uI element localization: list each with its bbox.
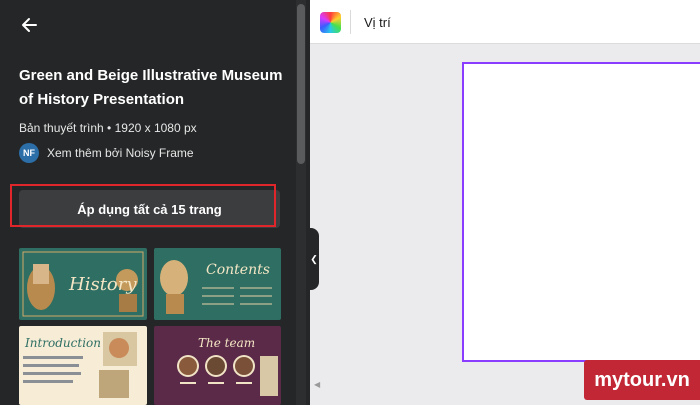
thumbnail-art — [160, 260, 272, 314]
highlight-box — [10, 184, 276, 227]
thumbnail-label: History — [69, 274, 137, 295]
canvas-horizontal-scrollbar[interactable]: ◀ — [310, 380, 610, 392]
author-text: Xem thêm bởi Noisy Frame — [47, 146, 194, 160]
author-link[interactable]: NF Xem thêm bởi Noisy Frame — [19, 143, 194, 163]
template-panel: Green and Beige Illustrative Museum of H… — [0, 0, 310, 405]
page-thumbnail-3[interactable]: Introduction — [19, 326, 147, 405]
position-button[interactable]: Vị trí — [364, 15, 391, 30]
back-button[interactable] — [18, 14, 40, 36]
collapse-panel-button[interactable]: ❮ — [309, 228, 319, 290]
back-arrow-icon — [22, 18, 37, 32]
thumbnail-label: Introduction — [25, 336, 101, 350]
page-thumbnail-4[interactable]: The team — [154, 326, 281, 405]
page-thumbnail-1[interactable]: History — [19, 248, 147, 320]
scroll-left-icon[interactable]: ◀ — [314, 380, 320, 389]
watermark-logo: mytour.vn — [584, 360, 700, 400]
chevron-left-icon: ❮ — [310, 253, 318, 264]
thumbnail-label: Contents — [206, 262, 270, 278]
editor-toolbar: Vị trí — [310, 0, 700, 44]
thumbnail-label: The team — [198, 336, 256, 350]
avatar: NF — [19, 143, 39, 163]
panel-scrollbar-thumb[interactable] — [297, 4, 305, 164]
template-meta: Bản thuyết trình • 1920 x 1080 px — [19, 121, 197, 135]
template-title: Green and Beige Illustrative Museum of H… — [19, 67, 283, 108]
toolbar-divider — [350, 10, 351, 34]
color-palette-icon[interactable] — [320, 12, 341, 33]
design-canvas-page[interactable] — [462, 62, 700, 362]
page-thumbnail-2[interactable]: Contents — [154, 248, 281, 320]
